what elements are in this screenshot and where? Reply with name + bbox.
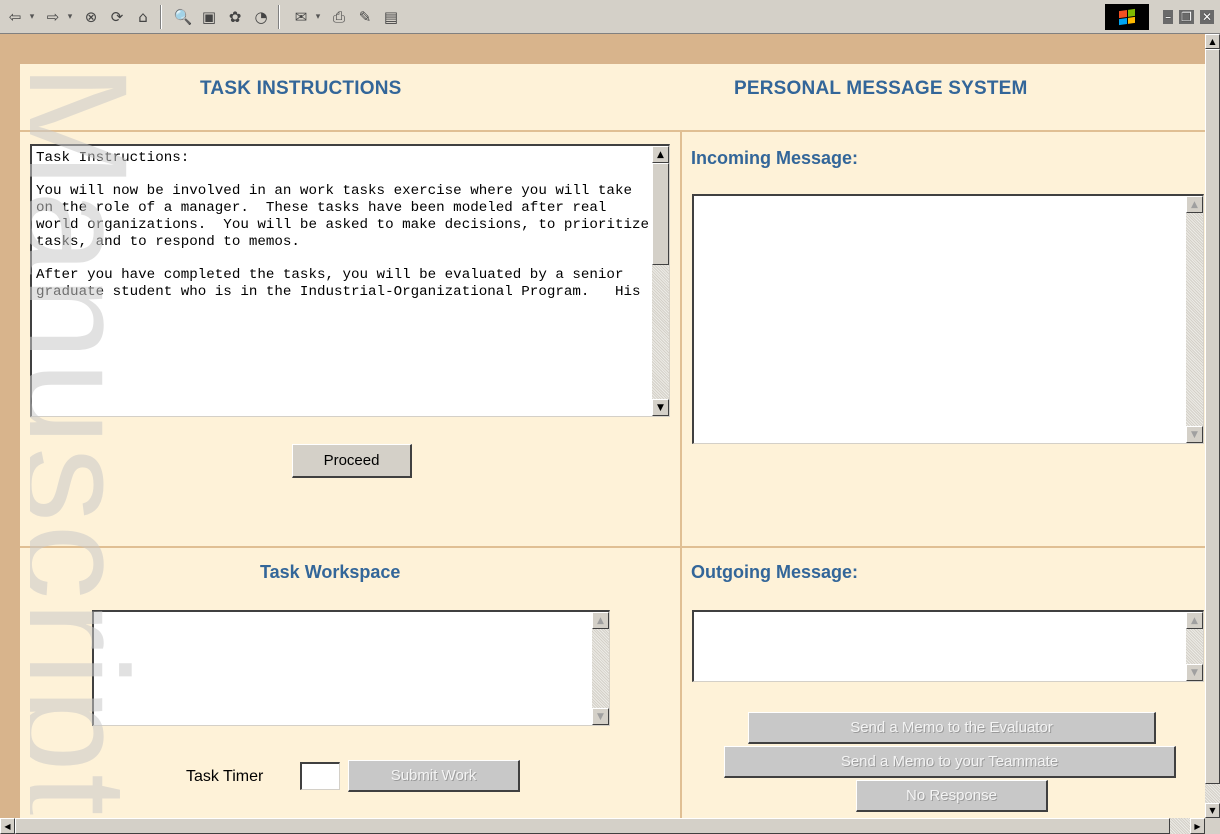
task-instructions-textarea[interactable]: Task Instructions: You will now be invol… xyxy=(30,144,670,417)
incoming-message-textarea[interactable]: ▲ ▼ xyxy=(692,194,1204,444)
discuss-icon[interactable]: ▤ xyxy=(380,6,402,28)
task-timer-input[interactable] xyxy=(300,762,340,790)
scroll-down-icon[interactable]: ▼ xyxy=(1205,803,1220,818)
home-icon[interactable]: ⌂ xyxy=(132,6,154,28)
send-memo-evaluator-button[interactable]: Send a Memo to the Evaluator xyxy=(748,712,1156,744)
scroll-up-icon[interactable]: ▲ xyxy=(592,612,609,629)
divider xyxy=(20,546,1205,548)
history-icon[interactable]: ◔ xyxy=(250,6,272,28)
scroll-up-icon[interactable]: ▲ xyxy=(1186,196,1203,213)
personal-message-system-header: PERSONAL MESSAGE SYSTEM xyxy=(734,78,1028,99)
mail-icon[interactable]: ✉ xyxy=(290,6,312,28)
divider xyxy=(680,132,682,818)
task-workspace-label: Task Workspace xyxy=(260,562,401,582)
search-icon[interactable]: 🔍 xyxy=(172,6,194,28)
send-memo-evaluator-label: Send a Memo to the Evaluator xyxy=(850,719,1053,736)
outgoing-scrollbar[interactable]: ▲ ▼ xyxy=(1186,612,1203,681)
scroll-up-icon[interactable]: ▲ xyxy=(652,146,669,163)
task-page: TASK INSTRUCTIONS PERSONAL MESSAGE SYSTE… xyxy=(20,64,1205,818)
submit-work-button[interactable]: Submit Work xyxy=(348,760,520,792)
outgoing-message-label: Outgoing Message: xyxy=(691,562,859,582)
scrollbar-corner xyxy=(1205,818,1220,834)
mail-dropdown-icon[interactable]: ▾ xyxy=(312,6,324,28)
page-vertical-scrollbar[interactable]: ▲ ▼ xyxy=(1205,34,1220,818)
divider xyxy=(20,130,1205,132)
close-icon[interactable]: ✕ xyxy=(1199,10,1214,24)
task-instructions-header: TASK INSTRUCTIONS xyxy=(200,78,402,99)
media-icon[interactable]: ✿ xyxy=(224,6,246,28)
toolbar-separator xyxy=(278,4,280,29)
scroll-up-icon[interactable]: ▲ xyxy=(1186,612,1203,629)
toolbar-separator xyxy=(160,4,162,29)
outgoing-message-textarea[interactable]: ▲ ▼ xyxy=(692,610,1204,682)
incoming-message-label: Incoming Message: xyxy=(691,148,859,168)
scroll-thumb[interactable] xyxy=(15,818,1170,834)
workspace-scrollbar[interactable]: ▲ ▼ xyxy=(592,612,609,725)
windows-logo-icon xyxy=(1105,4,1150,30)
minimize-icon[interactable]: – xyxy=(1163,10,1174,24)
scroll-down-icon[interactable]: ▼ xyxy=(1186,426,1203,443)
favorites-icon[interactable]: ▣ xyxy=(198,6,220,28)
forward-icon[interactable]: ⇨ xyxy=(42,6,64,28)
scroll-up-icon[interactable]: ▲ xyxy=(1205,34,1220,49)
page-horizontal-scrollbar[interactable]: ◀ ▶ xyxy=(0,818,1205,834)
scroll-thumb[interactable] xyxy=(652,163,669,265)
page-viewport: TASK INSTRUCTIONS PERSONAL MESSAGE SYSTE… xyxy=(0,34,1205,818)
submit-work-label: Submit Work xyxy=(390,767,477,784)
proceed-button[interactable]: Proceed xyxy=(292,444,412,478)
send-memo-teammate-label: Send a Memo to your Teammate xyxy=(840,753,1059,770)
forward-dropdown-icon[interactable]: ▾ xyxy=(64,6,76,28)
print-icon[interactable]: ⎙ xyxy=(328,6,350,28)
incoming-scrollbar[interactable]: ▲ ▼ xyxy=(1186,196,1203,443)
scroll-right-icon[interactable]: ▶ xyxy=(1190,818,1205,834)
scroll-thumb[interactable] xyxy=(1205,49,1220,784)
task-workspace-textarea[interactable]: ▲ ▼ xyxy=(92,610,610,726)
scroll-left-icon[interactable]: ◀ xyxy=(0,818,15,834)
scroll-down-icon[interactable]: ▼ xyxy=(652,399,669,416)
window-controls: – ❐ ✕ xyxy=(1105,4,1214,30)
refresh-icon[interactable]: ⟳ xyxy=(106,6,128,28)
browser-toolbar: ⇦ ▾ ⇨ ▾ ⊗ ⟳ ⌂ 🔍 ▣ ✿ ◔ ✉ ▾ ⎙ ✎ ▤ – ❐ ✕ xyxy=(0,0,1220,34)
instructions-scrollbar[interactable]: ▲ ▼ xyxy=(652,146,669,416)
no-response-button[interactable]: No Response xyxy=(856,780,1048,812)
no-response-label: No Response xyxy=(906,787,997,804)
task-timer-label: Task Timer xyxy=(186,768,264,785)
edit-icon[interactable]: ✎ xyxy=(354,6,376,28)
stop-icon[interactable]: ⊗ xyxy=(80,6,102,28)
send-memo-teammate-button[interactable]: Send a Memo to your Teammate xyxy=(724,746,1176,778)
back-icon[interactable]: ⇦ xyxy=(4,6,26,28)
scroll-down-icon[interactable]: ▼ xyxy=(1186,664,1203,681)
scroll-down-icon[interactable]: ▼ xyxy=(592,708,609,725)
restore-icon[interactable]: ❐ xyxy=(1179,10,1194,24)
back-dropdown-icon[interactable]: ▾ xyxy=(26,6,38,28)
task-instructions-text: Task Instructions: You will now be invol… xyxy=(36,150,649,300)
